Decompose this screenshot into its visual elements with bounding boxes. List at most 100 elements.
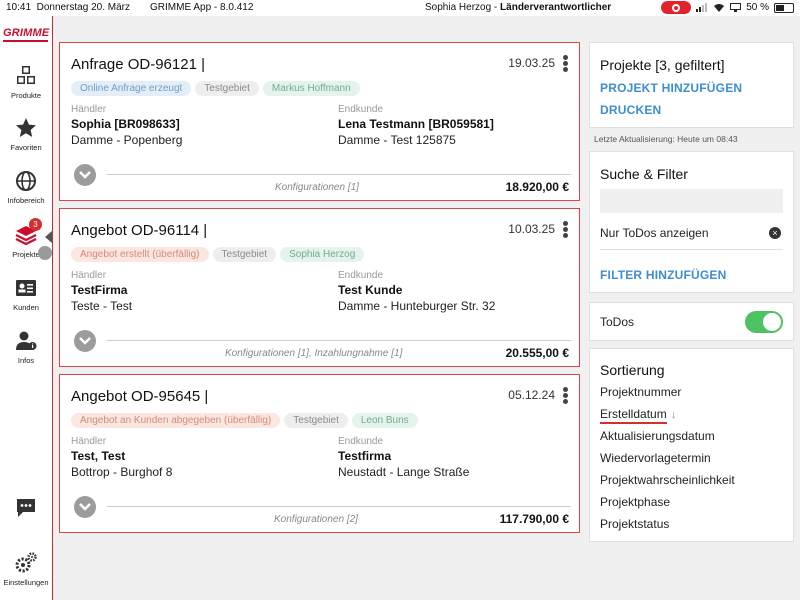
expand-chevron-icon[interactable] bbox=[74, 330, 96, 352]
sort-panel: Sortierung Projektnummer Erstelldatum ↓ A… bbox=[589, 348, 794, 542]
endkunde-address: Neustadt - Lange Straße bbox=[338, 465, 470, 479]
globe-icon bbox=[16, 171, 36, 191]
project-title: Angebot OD-96114 | bbox=[71, 222, 208, 239]
sidebar-item-label: Infobereich bbox=[7, 196, 45, 205]
sidebar-item-infobereich[interactable]: Infobereich bbox=[0, 169, 52, 205]
project-date: 10.03.25 bbox=[508, 222, 555, 236]
sort-direction-icon: ↓ bbox=[670, 407, 677, 421]
record-icon bbox=[661, 1, 692, 14]
sort-list: Projektnummer Erstelldatum ↓ Aktualisieru… bbox=[600, 381, 785, 535]
grimme-logo: GRIMME bbox=[3, 27, 50, 39]
tag-list: Angebot an Kunden abgegeben (überfällig)… bbox=[71, 413, 418, 428]
project-title: Anfrage OD-96121 | bbox=[71, 56, 205, 73]
search-filter-title: Suche & Filter bbox=[600, 166, 688, 182]
sidebar-item-chat[interactable] bbox=[0, 496, 52, 520]
tag-list: Online Anfrage erzeugt Testgebiet Markus… bbox=[71, 81, 360, 96]
sort-option-erstelldatum[interactable]: Erstelldatum ↓ bbox=[600, 403, 785, 425]
endkunde-name: Testfirma bbox=[338, 449, 392, 463]
haendler-block: Händler TestFirma Teste - Test bbox=[71, 270, 132, 313]
sidebar-item-kunden[interactable]: Kunden bbox=[0, 276, 52, 312]
project-card[interactable]: Anfrage OD-96121 | 19.03.25 Online Anfra… bbox=[59, 42, 580, 201]
sidebar-item-favoriten[interactable]: Favoriten bbox=[0, 116, 52, 152]
haendler-name: Test, Test bbox=[71, 449, 126, 463]
project-card[interactable]: Angebot OD-95645 | 05.12.24 Angebot an K… bbox=[59, 374, 580, 533]
sidebar-item-infos[interactable]: Infos bbox=[0, 329, 52, 365]
add-filter-button[interactable]: FILTER HINZUFÜGEN bbox=[600, 268, 727, 282]
wifi-icon bbox=[714, 3, 725, 12]
divider bbox=[107, 340, 571, 341]
cubes-icon bbox=[17, 66, 35, 84]
search-input[interactable] bbox=[600, 189, 783, 213]
active-indicator-icon bbox=[45, 231, 52, 243]
todos-label: ToDos bbox=[600, 315, 635, 329]
expand-chevron-icon[interactable] bbox=[74, 496, 96, 518]
status-icons: 50 % bbox=[661, 1, 794, 14]
drag-handle[interactable] bbox=[38, 246, 52, 260]
battery-percent: 50 % bbox=[746, 2, 769, 13]
haendler-address: Damme - Popenberg bbox=[71, 133, 183, 147]
sort-option-aktualisierungsdatum[interactable]: Aktualisierungsdatum bbox=[600, 425, 785, 447]
endkunde-label: Endkunde bbox=[338, 270, 384, 281]
sidebar-item-produkte[interactable]: Produkte bbox=[0, 64, 52, 100]
project-date: 19.03.25 bbox=[508, 56, 555, 70]
divider bbox=[107, 506, 571, 507]
configurations-info: Konfigurationen [2] bbox=[274, 514, 358, 525]
expand-chevron-icon[interactable] bbox=[74, 164, 96, 186]
region-tag: Testgebiet bbox=[195, 81, 259, 96]
more-options-icon[interactable] bbox=[563, 387, 569, 404]
project-title: Angebot OD-95645 | bbox=[71, 388, 209, 405]
project-date: 05.12.24 bbox=[508, 388, 555, 402]
endkunde-block: Endkunde Lena Testmann [BR059581] Damme … bbox=[338, 104, 494, 147]
sort-option-label: Erstelldatum bbox=[600, 406, 667, 424]
status-tag: Online Anfrage erzeugt bbox=[71, 81, 192, 96]
endkunde-address: Damme - Test 125875 bbox=[338, 133, 456, 147]
haendler-address: Teste - Test bbox=[71, 299, 133, 313]
more-options-icon[interactable] bbox=[563, 221, 569, 238]
screen-mirror-icon bbox=[730, 3, 742, 12]
project-card[interactable]: Angebot OD-96114 | 10.03.25 Angebot erst… bbox=[59, 208, 580, 367]
project-price: 117.790,00 € bbox=[499, 512, 569, 526]
endkunde-label: Endkunde bbox=[338, 104, 384, 115]
sort-option-projektstatus[interactable]: Projektstatus bbox=[600, 513, 785, 535]
region-tag: Testgebiet bbox=[284, 413, 348, 428]
projects-count-title: Projekte [3, gefiltert] bbox=[600, 57, 725, 73]
owner-tag: Leon Buns bbox=[351, 413, 418, 428]
haendler-address: Bottrop - Burghof 8 bbox=[71, 465, 173, 479]
sidebar-item-label: Einstellungen bbox=[3, 578, 49, 587]
gears-icon bbox=[15, 552, 37, 573]
tag-list: Angebot erstellt (überfällig) Testgebiet… bbox=[71, 247, 365, 262]
sort-option-projektphase[interactable]: Projektphase bbox=[600, 491, 785, 513]
remove-filter-icon[interactable]: × bbox=[769, 227, 781, 239]
sidebar-item-label: Infos bbox=[17, 356, 35, 365]
user-info-icon bbox=[16, 331, 37, 350]
sidebar-item-einstellungen[interactable]: Einstellungen bbox=[0, 551, 52, 587]
star-icon bbox=[16, 118, 36, 137]
print-button[interactable]: DRUCKEN bbox=[600, 103, 661, 117]
last-update-text: Letzte Aktualisierung: Heute um 08:43 bbox=[594, 134, 738, 144]
sidebar-item-label: Kunden bbox=[13, 303, 39, 312]
sidebar-item-label: Produkte bbox=[10, 91, 42, 100]
logo-underline bbox=[3, 40, 48, 42]
search-filter-panel: Suche & Filter Nur ToDos anzeigen × FILT… bbox=[589, 151, 794, 293]
more-options-icon[interactable] bbox=[563, 55, 569, 72]
sidebar-item-label: Favoriten bbox=[10, 143, 42, 152]
region-tag: Testgebiet bbox=[212, 247, 277, 262]
sort-option-projektwahrscheinlichkeit[interactable]: Projektwahrscheinlichkeit bbox=[600, 469, 785, 491]
todos-toggle[interactable] bbox=[745, 311, 783, 333]
endkunde-address: Damme - Hunteburger Str. 32 bbox=[338, 299, 496, 313]
endkunde-name: Test Kunde bbox=[338, 283, 403, 297]
project-price: 18.920,00 € bbox=[505, 180, 569, 194]
endkunde-block: Endkunde Test Kunde Damme - Hunteburger … bbox=[338, 270, 495, 313]
sort-option-projektnummer[interactable]: Projektnummer bbox=[600, 381, 785, 403]
configurations-info: Konfigurationen [1] bbox=[275, 182, 359, 193]
todo-filter-chip: Nur ToDos anzeigen bbox=[600, 226, 709, 240]
add-project-button[interactable]: PROJEKT HINZUFÜGEN bbox=[600, 81, 742, 95]
status-bar: 10:41 Donnerstag 20. März GRIMME App - 8… bbox=[0, 0, 800, 16]
haendler-label: Händler bbox=[71, 270, 107, 281]
haendler-label: Händler bbox=[71, 436, 107, 447]
owner-tag: Sophia Herzog bbox=[280, 247, 365, 262]
endkunde-block: Endkunde Testfirma Neustadt - Lange Stra… bbox=[338, 436, 469, 479]
sort-option-wiedervorlagetermin[interactable]: Wiedervorlagetermin bbox=[600, 447, 785, 469]
sort-title: Sortierung bbox=[600, 362, 665, 378]
haendler-block: Händler Test, Test Bottrop - Burghof 8 bbox=[71, 436, 172, 479]
